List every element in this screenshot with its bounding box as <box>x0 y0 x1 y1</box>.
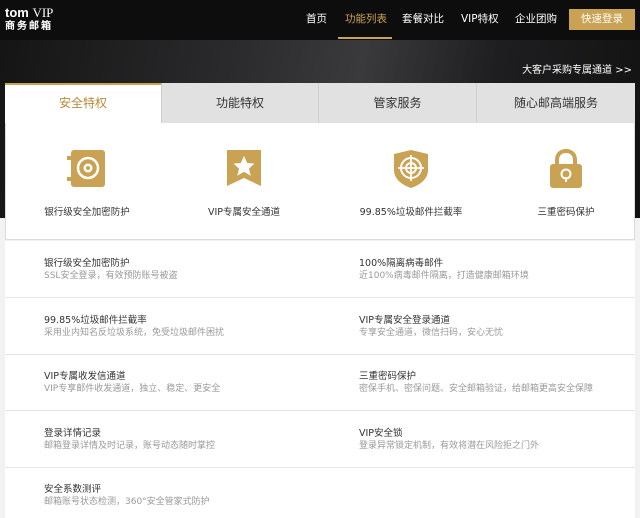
detail-desc: 专享安全通道，微信扫码，安心无忧 <box>359 328 504 338</box>
list-row: 登录详情记录 邮箱登录详情及时记录，账号动态随时掌控 VIP安全锁 登录异常锁定… <box>5 411 635 468</box>
feature-caption: VIP专属安全通道 <box>207 207 281 218</box>
nav-active-indicator <box>338 37 392 39</box>
tab-premium[interactable]: 随心邮高端服务 <box>477 83 635 123</box>
detail-desc: 采用业内知名反垃圾系统，免受垃圾邮件困扰 <box>44 328 225 338</box>
list-row: 99.85%垃圾邮件拦截率 采用业内知名反垃圾系统，免受垃圾邮件困扰 VIP专属… <box>5 298 635 355</box>
detail-desc: VIP专享邮件收发通道，独立、稳定、更安全 <box>44 384 221 394</box>
logo-text-main: tom <box>5 5 29 20</box>
nav-plan-compare[interactable]: 套餐对比 <box>402 0 444 40</box>
feature-item: 99.85%垃圾邮件拦截率 <box>331 148 491 218</box>
nav-vip-privileges[interactable]: VIP特权 <box>461 0 499 40</box>
detail-item: 100%隔离病毒邮件 近100%病毒邮件隔离，打造健康邮箱环境 <box>359 258 529 282</box>
detail-title: 安全系数测评 <box>44 484 102 495</box>
detail-item: VIP专属收发信通道 VIP专享邮件收发通道，独立、稳定、更安全 <box>44 371 220 395</box>
shield-target-icon <box>394 150 428 188</box>
detail-desc: 邮箱账号状态检测，360°安全管家式防护 <box>44 497 210 507</box>
safe-icon <box>67 150 105 187</box>
list-row: 安全系数测评 邮箱账号状态检测，360°安全管家式防护 <box>5 467 635 518</box>
detail-desc: SSL安全登录，有效预防账号被盗 <box>44 271 178 281</box>
list-row: VIP专属收发信通道 VIP专享邮件收发通道，独立、稳定、更安全 三重密码保护 … <box>5 354 635 411</box>
vip-purchase-link[interactable]: 大客户采购专属通道 >> <box>522 61 632 76</box>
tab-security[interactable]: 安全特权 <box>5 83 162 123</box>
detail-title: 银行级安全加密防护 <box>44 258 130 269</box>
detail-item: 三重密码保护 密保手机、密保问题、安全邮箱验证，给邮箱更高安全保障 <box>359 371 593 395</box>
nav-home[interactable]: 首页 <box>306 0 327 40</box>
detail-title: VIP安全锁 <box>359 428 403 439</box>
detail-item: 99.85%垃圾邮件拦截率 采用业内知名反垃圾系统，免受垃圾邮件困扰 <box>44 315 224 339</box>
feature-caption: 99.85%垃圾邮件拦截率 <box>359 207 463 218</box>
logo-subtitle: 商务邮箱 <box>5 21 53 32</box>
nav-group-buy[interactable]: 企业团购 <box>515 0 557 40</box>
padlock-icon <box>550 148 582 188</box>
feature-item: 银行级安全加密防护 <box>7 148 167 218</box>
detail-title: 100%隔离病毒邮件 <box>359 258 444 269</box>
nav-feature-list[interactable]: 功能列表 <box>345 0 387 40</box>
tab-features[interactable]: 功能特权 <box>162 83 319 123</box>
feature-panel: 银行级安全加密防护 VIP专属安全通道 99.85%垃圾邮件拦截率 三重密码保护 <box>5 123 635 240</box>
quick-login-button[interactable]: 快速登录 <box>569 9 635 30</box>
detail-desc: 邮箱登录详情及时记录，账号动态随时掌控 <box>44 441 216 451</box>
logo-text-vip: VIP <box>32 5 54 20</box>
detail-title: 三重密码保护 <box>359 371 417 382</box>
detail-title: VIP专属安全登录通道 <box>359 315 451 326</box>
feature-caption: 三重密码保护 <box>537 207 595 218</box>
detail-item: 安全系数测评 邮箱账号状态检测，360°安全管家式防护 <box>44 484 210 508</box>
detail-item: 银行级安全加密防护 SSL安全登录，有效预防账号被盗 <box>44 258 177 282</box>
feature-item: 三重密码保护 <box>486 148 640 218</box>
detail-item: 登录详情记录 邮箱登录详情及时记录，账号动态随时掌控 <box>44 428 215 452</box>
detail-desc: 近100%病毒邮件隔离，打造健康邮箱环境 <box>359 271 529 281</box>
detail-desc: 登录异常锁定机制，有效将潜在风险拒之门外 <box>359 441 540 451</box>
feature-caption: 银行级安全加密防护 <box>44 207 130 218</box>
feature-item: VIP专属安全通道 <box>164 148 324 218</box>
detail-item: VIP安全锁 登录异常锁定机制，有效将潜在风险拒之门外 <box>359 428 539 452</box>
detail-desc: 密保手机、密保问题、安全邮箱验证，给邮箱更高安全保障 <box>359 384 594 394</box>
list-row: 银行级安全加密防护 SSL安全登录，有效预防账号被盗 100%隔离病毒邮件 近1… <box>5 241 635 298</box>
feature-detail-list: 银行级安全加密防护 SSL安全登录，有效预防账号被盗 100%隔离病毒邮件 近1… <box>5 241 635 518</box>
detail-title: VIP专属收发信通道 <box>44 371 126 382</box>
detail-title: 登录详情记录 <box>44 428 102 439</box>
brand-logo[interactable]: tom VIP 商务邮箱 <box>5 6 53 34</box>
tab-bar: 安全特权 功能特权 管家服务 随心邮高端服务 <box>5 83 635 123</box>
vip-star-icon <box>227 150 261 186</box>
tab-butler[interactable]: 管家服务 <box>319 83 477 123</box>
detail-title: 99.85%垃圾邮件拦截率 <box>44 315 147 326</box>
detail-item: VIP专属安全登录通道 专享安全通道，微信扫码，安心无忧 <box>359 315 503 339</box>
